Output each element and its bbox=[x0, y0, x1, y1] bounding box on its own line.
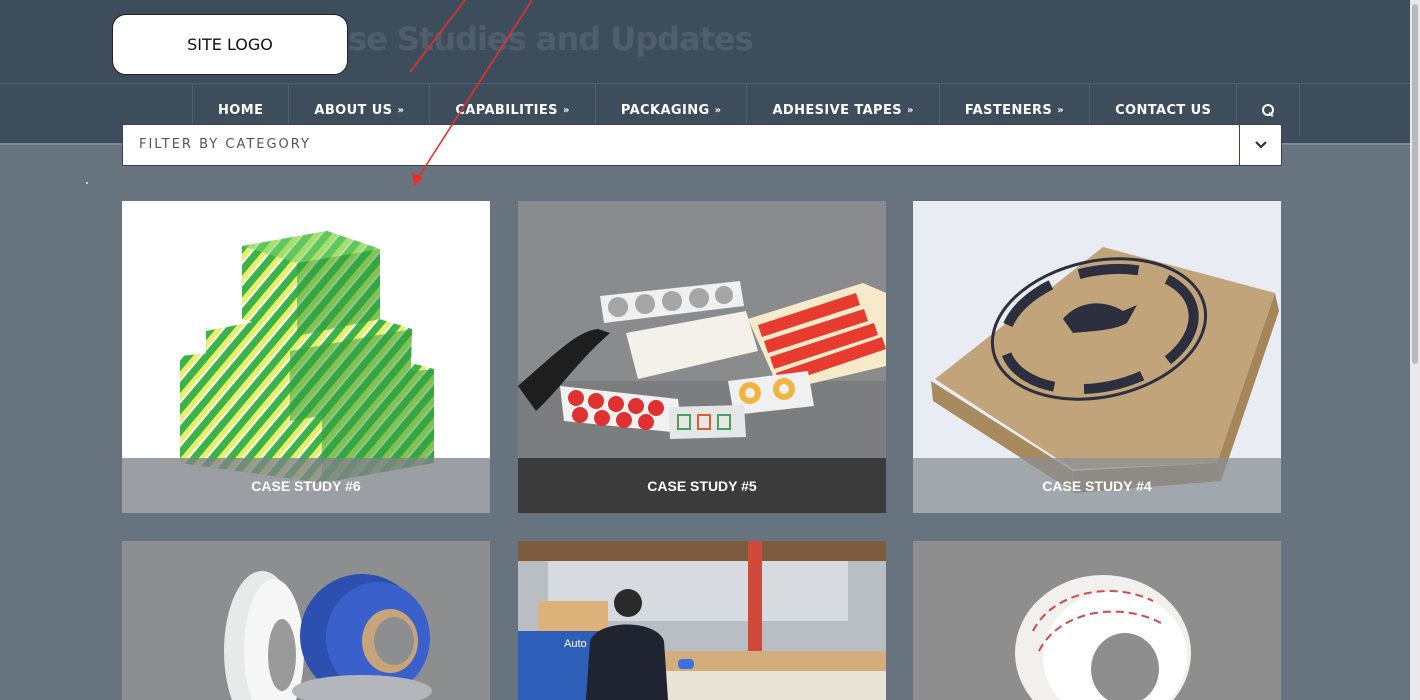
filter-toggle-button[interactable] bbox=[1239, 125, 1281, 165]
case-study-card[interactable]: CASE STUDY #6 bbox=[122, 201, 490, 513]
stray-dot bbox=[86, 182, 88, 184]
case-study-card[interactable]: Auto bbox=[518, 541, 886, 700]
category-filter-dropdown[interactable]: FILTER BY CATEGORY bbox=[122, 124, 1282, 166]
page-scrollbar[interactable] bbox=[1410, 0, 1420, 700]
double-chevron-down-icon: » bbox=[907, 104, 914, 116]
site-logo-text: SITE LOGO bbox=[187, 35, 273, 54]
double-chevron-down-icon: » bbox=[562, 104, 570, 116]
case-study-image-double-sided-tape bbox=[913, 541, 1281, 700]
machine-brand-text: Auto bbox=[564, 638, 587, 650]
case-study-card[interactable] bbox=[122, 541, 490, 700]
scrollbar-thumb[interactable] bbox=[1412, 4, 1418, 364]
double-chevron-down-icon: » bbox=[397, 104, 405, 116]
case-study-card[interactable]: CASE STUDY #5 bbox=[518, 201, 886, 513]
case-study-title: CASE STUDY #4 bbox=[1042, 477, 1152, 494]
site-logo[interactable]: SITE LOGO bbox=[112, 14, 348, 75]
case-study-image-tape-rolls bbox=[122, 541, 490, 700]
filter-label: FILTER BY CATEGORY bbox=[139, 137, 311, 152]
double-chevron-down-icon: » bbox=[1057, 104, 1065, 116]
case-study-image-warehouse: Auto bbox=[518, 541, 886, 700]
double-chevron-down-icon: » bbox=[714, 104, 722, 116]
case-study-card[interactable]: CASE STUDY #4 bbox=[913, 201, 1281, 513]
page-heading-behind: Case Studies and Updates bbox=[305, 20, 754, 58]
chevron-down-icon bbox=[1254, 141, 1267, 149]
case-study-title: CASE STUDY #5 bbox=[647, 477, 757, 494]
case-study-card[interactable] bbox=[913, 541, 1281, 700]
case-study-title: CASE STUDY #6 bbox=[251, 477, 361, 494]
search-icon bbox=[1262, 104, 1275, 116]
